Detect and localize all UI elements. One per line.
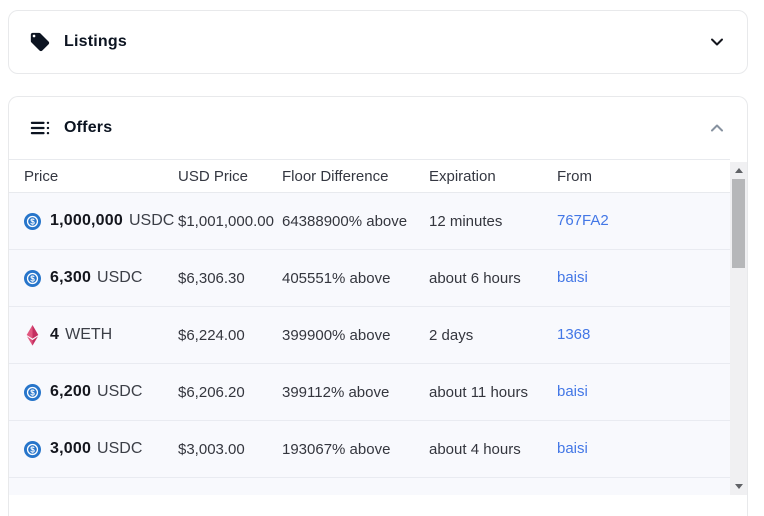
listings-panel: Listings	[8, 10, 748, 74]
scroll-down-arrow-icon	[735, 484, 743, 489]
floor-difference-cell: 405551% above	[282, 270, 429, 287]
tag-icon	[29, 31, 51, 53]
floor-difference-cell: 193067% above	[282, 441, 429, 458]
expiration-cell: 12 minutes	[429, 213, 557, 230]
from-link[interactable]: 1368	[557, 326, 590, 343]
floor-difference-cell: 399900% above	[282, 327, 429, 344]
chevron-up-icon[interactable]	[709, 120, 725, 136]
from-link[interactable]: baisi	[557, 440, 588, 457]
offers-table-header: Price USD Price Floor Difference Expirat…	[9, 159, 730, 193]
from-link[interactable]: baisi	[557, 383, 588, 400]
scrollbar-down-button[interactable]	[730, 478, 747, 495]
usd-price-cell: $3,003.00	[178, 441, 282, 458]
offers-table-body: $ 1,000,000 USDC $1,001,000.00 64388900%…	[9, 193, 730, 478]
floor-difference-cell: 64388900% above	[282, 213, 429, 230]
svg-text:$: $	[30, 445, 35, 454]
currency-icon-slot: $	[24, 384, 50, 401]
usdc-icon: $	[24, 384, 41, 401]
price-currency: WETH	[65, 326, 112, 344]
column-header-from: From	[557, 168, 730, 185]
list-icon	[29, 117, 51, 139]
weth-icon	[26, 325, 39, 346]
usd-price-cell: $6,224.00	[178, 327, 282, 344]
from-cell: 767FA2	[557, 212, 730, 230]
usdc-icon: $	[24, 270, 41, 287]
usdc-icon: $	[24, 441, 41, 458]
price-amount: 3,000	[50, 440, 91, 458]
offers-title: Offers	[64, 119, 112, 137]
from-cell: baisi	[557, 383, 730, 401]
table-row-partial	[9, 478, 730, 495]
column-header-usd-price: USD Price	[178, 168, 282, 185]
price-currency: USDC	[129, 212, 174, 230]
offers-table: Price USD Price Floor Difference Expirat…	[9, 159, 730, 495]
price-currency: USDC	[97, 440, 142, 458]
expiration-cell: about 6 hours	[429, 270, 557, 287]
price-cell: $ 3,000 USDC	[24, 440, 178, 458]
currency-icon-slot: $	[24, 213, 50, 230]
table-scrollbar[interactable]	[730, 162, 747, 495]
price-cell: $ 6,300 USDC	[24, 269, 178, 287]
expiration-cell: about 4 hours	[429, 441, 557, 458]
currency-icon-slot: $	[24, 270, 50, 287]
from-cell: baisi	[557, 269, 730, 287]
scroll-up-arrow-icon	[735, 168, 743, 173]
listings-title: Listings	[64, 33, 127, 51]
price-amount: 4	[50, 326, 59, 344]
currency-icon-slot: $	[24, 441, 50, 458]
price-amount: 1,000,000	[50, 212, 123, 230]
table-row: $ 1,000,000 USDC $1,001,000.00 64388900%…	[9, 193, 730, 250]
usd-price-cell: $1,001,000.00	[178, 213, 282, 230]
listings-header-toggle[interactable]: Listings	[9, 11, 747, 73]
price-amount: 6,300	[50, 269, 91, 287]
svg-text:$: $	[30, 388, 35, 397]
table-row: $ 6,200 USDC $6,206.20 399112% above abo…	[9, 364, 730, 421]
usdc-icon: $	[24, 213, 41, 230]
expiration-cell: 2 days	[429, 327, 557, 344]
column-header-floor-difference: Floor Difference	[282, 168, 429, 185]
scrollbar-up-button[interactable]	[730, 162, 747, 179]
usd-price-cell: $6,206.20	[178, 384, 282, 401]
from-cell: baisi	[557, 440, 730, 458]
svg-text:$: $	[30, 274, 35, 283]
price-currency: USDC	[97, 383, 142, 401]
price-cell: $ 6,200 USDC	[24, 383, 178, 401]
price-currency: USDC	[97, 269, 142, 287]
from-link[interactable]: 767FA2	[557, 212, 609, 229]
chevron-down-icon[interactable]	[709, 34, 725, 50]
svg-text:$: $	[30, 217, 35, 226]
table-row: $ 6,300 USDC $6,306.30 405551% above abo…	[9, 250, 730, 307]
currency-icon-slot	[24, 325, 50, 346]
column-header-expiration: Expiration	[429, 168, 557, 185]
scrollbar-thumb[interactable]	[732, 179, 745, 268]
expiration-cell: about 11 hours	[429, 384, 557, 401]
table-row: 4 WETH $6,224.00 399900% above 2 days 13…	[9, 307, 730, 364]
column-header-price: Price	[24, 168, 178, 185]
price-amount: 6,200	[50, 383, 91, 401]
floor-difference-cell: 399112% above	[282, 384, 429, 401]
price-cell: $ 1,000,000 USDC	[24, 212, 178, 230]
usd-price-cell: $6,306.30	[178, 270, 282, 287]
table-row: $ 3,000 USDC $3,003.00 193067% above abo…	[9, 421, 730, 478]
from-link[interactable]: baisi	[557, 269, 588, 286]
offers-panel: Offers Price USD Price Floor Difference …	[8, 96, 748, 516]
price-cell: 4 WETH	[24, 325, 178, 346]
from-cell: 1368	[557, 326, 730, 344]
offers-header-toggle[interactable]: Offers	[9, 97, 747, 159]
